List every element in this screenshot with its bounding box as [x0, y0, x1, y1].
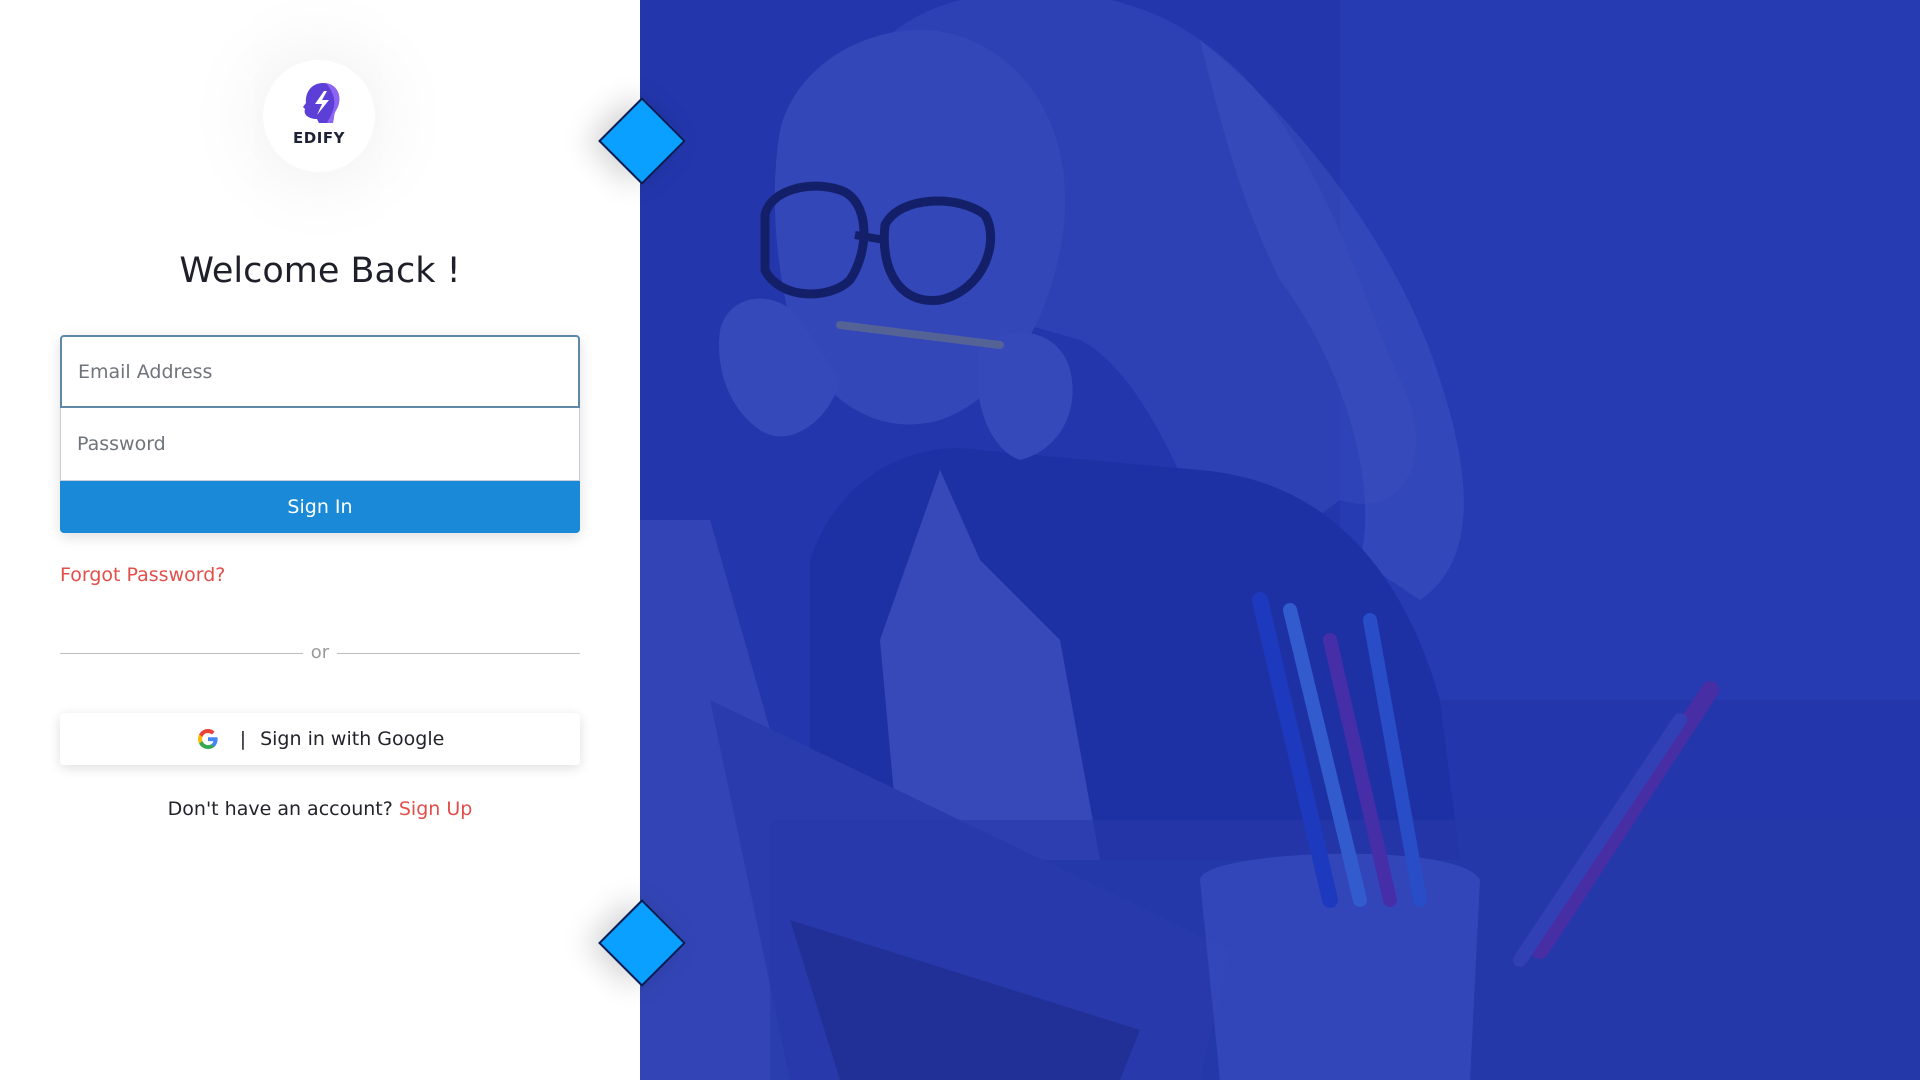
- divider-line-left: [60, 652, 303, 654]
- head-lightning-logo-icon: [303, 83, 340, 123]
- google-sign-in-button[interactable]: | Sign in with Google: [60, 713, 580, 765]
- google-sign-in-label: Sign in with Google: [260, 728, 445, 750]
- google-separator: |: [239, 728, 247, 750]
- email-input[interactable]: [60, 335, 580, 408]
- login-panel: EDIFY Welcome Back ! Sign In Forgot Pass…: [0, 0, 640, 1080]
- hero-image-panel: [640, 0, 1920, 1080]
- welcome-heading: Welcome Back !: [179, 251, 461, 292]
- sign-up-link[interactable]: Sign Up: [399, 798, 472, 820]
- login-form: Sign In: [60, 335, 580, 533]
- signup-prompt-text: Don't have an account?: [167, 798, 393, 820]
- or-divider: or: [60, 642, 581, 663]
- divider-text: or: [310, 642, 330, 663]
- signup-prompt: Don't have an account? Sign Up: [0, 798, 640, 820]
- password-input[interactable]: [60, 408, 580, 481]
- brand-logo: EDIFY: [263, 60, 375, 172]
- sign-in-button[interactable]: Sign In: [60, 481, 580, 533]
- google-icon: [197, 729, 218, 749]
- woman-with-laptop-and-pencils-photo: [640, 0, 1920, 1080]
- brand-name: EDIFY: [293, 129, 345, 147]
- forgot-password-link[interactable]: Forgot Password?: [60, 564, 225, 586]
- divider-line-right: [337, 652, 581, 654]
